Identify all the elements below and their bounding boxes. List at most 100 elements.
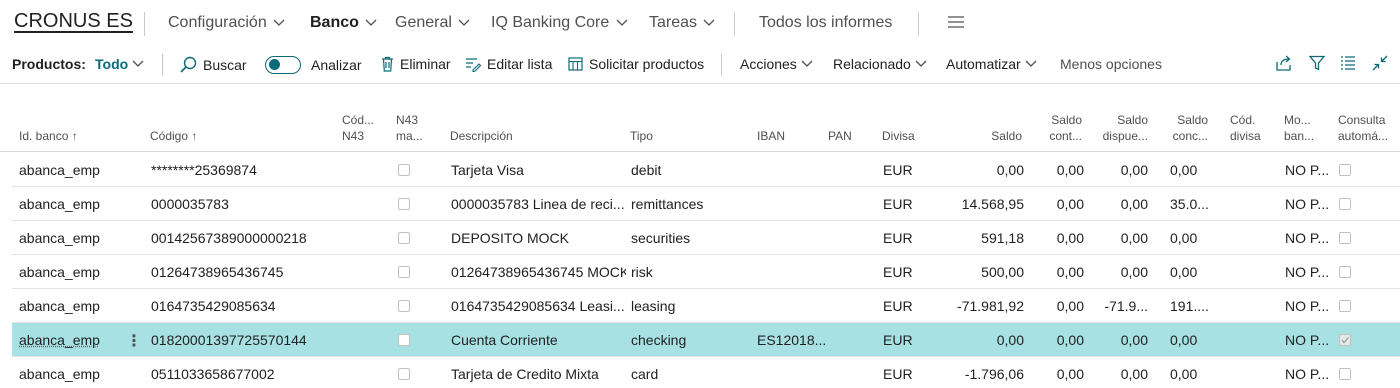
cell-id-banco[interactable]: abanca_emp bbox=[19, 230, 139, 246]
buscar-button[interactable]: Buscar bbox=[180, 56, 247, 73]
filter-value: Todo bbox=[95, 56, 129, 72]
cell-id-banco[interactable]: abanca_emp bbox=[19, 264, 139, 280]
col-saldo-cont-line2[interactable]: cont... bbox=[1034, 128, 1082, 144]
cell-codigo: 00142567389000000218 bbox=[151, 230, 307, 246]
col-cod-divisa-line2[interactable]: divisa bbox=[1230, 128, 1261, 144]
nav-todos-los-informes[interactable]: Todos los informes bbox=[759, 14, 892, 32]
menos-opciones-button[interactable]: Menos opciones bbox=[1060, 56, 1162, 72]
nav-banco[interactable]: Banco bbox=[310, 14, 377, 32]
cell-saldo: 0,00 bbox=[996, 332, 1024, 348]
analizar-toggle[interactable]: Analizar bbox=[265, 56, 362, 74]
cell-saldo-cont: 0,00 bbox=[1056, 196, 1084, 212]
trash-icon bbox=[382, 56, 393, 72]
cell-saldo-cont: 0,00 bbox=[1056, 332, 1084, 348]
chevron-down-icon bbox=[273, 19, 285, 26]
col-mo-ban-line2[interactable]: ban... bbox=[1284, 128, 1314, 144]
cell-id-banco[interactable]: abanca_emp bbox=[19, 298, 139, 314]
divider bbox=[734, 12, 735, 36]
col-iban[interactable]: IBAN bbox=[757, 128, 785, 144]
col-saldo-disp-line2[interactable]: dispue... bbox=[1096, 128, 1148, 144]
col-saldo-cont-line1[interactable]: Saldo bbox=[1034, 112, 1082, 128]
n43-checkbox[interactable] bbox=[398, 334, 410, 346]
cell-id-banco[interactable]: abanca_emp bbox=[19, 162, 139, 178]
col-mo-ban-line1[interactable]: Mo... bbox=[1284, 112, 1311, 128]
row-actions-icon[interactable]: ⋮ bbox=[126, 331, 142, 351]
list-view-icon[interactable] bbox=[1340, 55, 1356, 70]
cell-saldo-cont: 0,00 bbox=[1056, 162, 1084, 178]
col-saldo-conc-line1[interactable]: Saldo bbox=[1160, 112, 1208, 128]
cell-saldo: 14.568,95 bbox=[961, 196, 1024, 212]
n43-checkbox[interactable] bbox=[398, 300, 410, 312]
cell-saldo: 591,18 bbox=[981, 230, 1024, 246]
solicitar-productos-button[interactable]: Solicitar productos bbox=[568, 56, 704, 72]
n43-checkbox[interactable] bbox=[398, 164, 410, 176]
chevron-down-icon bbox=[458, 19, 470, 26]
n43-checkbox[interactable] bbox=[398, 198, 410, 210]
col-codigo[interactable]: Código ↑ bbox=[150, 128, 197, 144]
eliminar-button[interactable]: Eliminar bbox=[381, 56, 451, 72]
col-n43-ma-line2[interactable]: ma... bbox=[396, 128, 423, 144]
col-divisa[interactable]: Divisa bbox=[882, 128, 915, 144]
table-row[interactable]: abanca_emp 00142567389000000218 DEPOSITO M… bbox=[12, 221, 1400, 255]
consulta-automatica-checkbox[interactable] bbox=[1339, 198, 1351, 210]
n43-checkbox[interactable] bbox=[398, 266, 410, 278]
n43-checkbox[interactable] bbox=[398, 368, 410, 380]
editar-lista-button[interactable]: Editar lista bbox=[465, 56, 552, 72]
acciones-label: Acciones bbox=[740, 56, 797, 72]
nav-general[interactable]: General bbox=[395, 14, 470, 32]
acciones-menu[interactable]: Acciones bbox=[740, 56, 819, 72]
col-saldo-conc-line2[interactable]: conc... bbox=[1160, 128, 1208, 144]
consulta-automatica-checkbox[interactable] bbox=[1339, 368, 1351, 380]
col-cod-n43-line1[interactable]: Cód... bbox=[342, 112, 374, 128]
consulta-automatica-checkbox[interactable] bbox=[1339, 334, 1351, 346]
table-row[interactable]: abanca_emp 0000035783 0000035783 Linea de … bbox=[12, 187, 1400, 221]
relacionado-label: Relacionado bbox=[833, 56, 911, 72]
hamburger-menu-icon[interactable] bbox=[948, 16, 964, 28]
cell-saldo-conc: 0,00 bbox=[1170, 230, 1198, 246]
col-id-banco[interactable]: Id. banco ↑ bbox=[19, 128, 78, 144]
col-consulta-line1[interactable]: Consulta bbox=[1338, 112, 1385, 128]
consulta-automatica-checkbox[interactable] bbox=[1339, 300, 1351, 312]
table-row[interactable]: abanca_emp 01264738965436745 0126473896543… bbox=[12, 255, 1400, 289]
productos-label: Productos: bbox=[12, 56, 86, 72]
col-consulta-line2[interactable]: automá... bbox=[1338, 128, 1388, 144]
consulta-automatica-checkbox[interactable] bbox=[1339, 232, 1351, 244]
col-descripcion[interactable]: Descripción bbox=[450, 128, 513, 144]
col-cod-n43-line2[interactable]: N43 bbox=[342, 128, 364, 144]
cell-saldo-disp: -71.9... bbox=[1104, 298, 1148, 314]
consulta-automatica-checkbox[interactable] bbox=[1339, 266, 1351, 278]
cell-saldo-disp: 0,00 bbox=[1120, 196, 1148, 212]
collapse-icon[interactable] bbox=[1372, 55, 1388, 71]
table-row[interactable]: abanca_emp 0164735429085634 01647354290856… bbox=[12, 289, 1400, 323]
share-icon[interactable] bbox=[1275, 55, 1292, 71]
filter-todo-dropdown[interactable]: Todo bbox=[95, 56, 150, 72]
table-row[interactable]: abanca_emp ********25369874 Tarjeta Visa de… bbox=[12, 153, 1400, 187]
consulta-automatica-checkbox[interactable] bbox=[1339, 164, 1351, 176]
col-cod-divisa-line1[interactable]: Cód. bbox=[1230, 112, 1255, 128]
chevron-down-icon bbox=[616, 19, 628, 26]
toggle-switch[interactable] bbox=[265, 56, 301, 74]
cell-mo-ban: NO P... bbox=[1285, 298, 1330, 314]
chevron-down-icon bbox=[132, 60, 144, 67]
grid-header: Id. banco ↑ Código ↑ Cód... N43 N43 ma..… bbox=[0, 104, 1400, 152]
cell-id-banco[interactable]: abanca_emp bbox=[19, 332, 139, 348]
company-name[interactable]: CRONUS ES bbox=[14, 10, 133, 33]
col-tipo[interactable]: Tipo bbox=[630, 128, 653, 144]
nav-tareas[interactable]: Tareas bbox=[649, 14, 715, 32]
cell-saldo-disp: 0,00 bbox=[1120, 230, 1148, 246]
col-saldo[interactable]: Saldo bbox=[964, 128, 1022, 144]
col-pan[interactable]: PAN bbox=[828, 128, 852, 144]
col-n43-ma-line1[interactable]: N43 bbox=[396, 112, 418, 128]
cell-id-banco[interactable]: abanca_emp bbox=[19, 196, 139, 212]
table-row[interactable]: abanca_emp 01820001397725570144 Cuenta Cor… bbox=[12, 323, 1400, 357]
automatizar-menu[interactable]: Automatizar bbox=[946, 56, 1043, 72]
nav-configuracion[interactable]: Configuración bbox=[168, 14, 285, 32]
filter-icon[interactable] bbox=[1309, 55, 1325, 71]
table-row[interactable]: abanca_emp 0511033658677002 Tarjeta de Cre… bbox=[12, 357, 1400, 388]
cell-id-banco[interactable]: abanca_emp bbox=[19, 366, 139, 382]
cell-saldo: -71.981,92 bbox=[957, 298, 1024, 314]
relacionado-menu[interactable]: Relacionado bbox=[833, 56, 933, 72]
col-saldo-disp-line1[interactable]: Saldo bbox=[1096, 112, 1148, 128]
nav-iq-banking-core[interactable]: IQ Banking Core bbox=[491, 14, 628, 32]
n43-checkbox[interactable] bbox=[398, 232, 410, 244]
